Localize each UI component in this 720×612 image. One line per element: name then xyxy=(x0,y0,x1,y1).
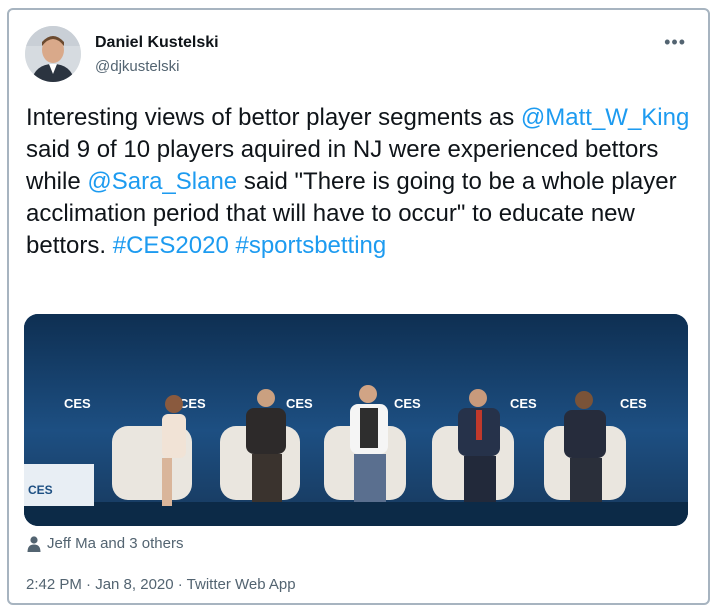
mention-link[interactable]: @Matt_W_King xyxy=(521,104,689,131)
tweet-timestamp[interactable]: 2:42 PM · Jan 8, 2020 · Twitter Web App xyxy=(26,576,296,593)
ces-logo: CES xyxy=(620,396,647,411)
ces-logo: CES xyxy=(64,396,91,411)
ces-logo: CES xyxy=(394,396,421,411)
person-icon xyxy=(27,535,41,552)
liked-by-text: Jeff Ma and 3 others xyxy=(47,535,184,552)
author-handle[interactable]: @djkustelski xyxy=(95,58,179,75)
tweet-text-segment: Interesting views of bettor player segme… xyxy=(26,104,521,131)
more-icon[interactable]: ••• xyxy=(664,32,686,53)
author-name[interactable]: Daniel Kustelski xyxy=(95,34,219,52)
ces-logo: CES xyxy=(179,396,206,411)
ces-logo: CES xyxy=(510,396,537,411)
avatar[interactable] xyxy=(25,26,81,82)
liked-by[interactable]: Jeff Ma and 3 others xyxy=(27,535,183,552)
hashtag-link[interactable]: #sportsbetting xyxy=(235,232,386,259)
tweet-text: Interesting views of bettor player segme… xyxy=(26,102,696,262)
ces-logo: CES xyxy=(286,396,313,411)
mention-link[interactable]: @Sara_Slane xyxy=(87,168,237,195)
tweet-card: Daniel Kustelski @djkustelski ••• Intere… xyxy=(7,8,710,605)
hashtag-link[interactable]: #CES2020 xyxy=(113,232,229,259)
tweet-media[interactable]: CES CES CES CES CES CES CES xyxy=(24,314,688,526)
podium-logo: CES xyxy=(28,483,53,497)
